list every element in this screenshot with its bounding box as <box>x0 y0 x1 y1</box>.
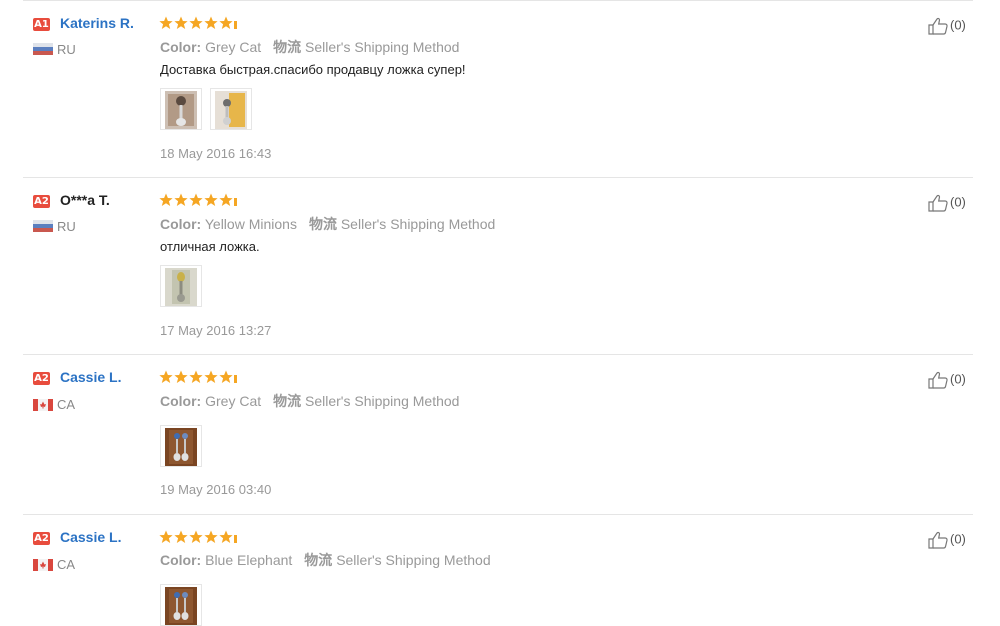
spoon-photo-graphic <box>165 587 197 625</box>
helpful-count: (0) <box>950 531 966 547</box>
helpful-button[interactable]: (0) <box>928 17 966 35</box>
color-value: Yellow Minions <box>204 216 297 232</box>
review-date: 18 May 2016 16:43 <box>160 146 272 161</box>
color-value: Grey Cat <box>205 393 262 409</box>
spoon-photo-graphic <box>165 428 197 466</box>
purchase-info: Color: Blue Elephant 物流 Seller's Shipping… <box>160 550 491 570</box>
reviewer-name[interactable]: Cassie L. <box>60 369 121 385</box>
review-comment: отличная ложка. <box>160 239 260 254</box>
review-item: A2 O***a T. RU Color: Yellow Minions 物流 S… <box>23 178 973 355</box>
helpful-button[interactable]: (0) <box>928 194 966 212</box>
color-label: Color: <box>160 552 202 568</box>
star-icon <box>174 530 188 544</box>
canada-flag-icon <box>33 559 53 571</box>
star-icon <box>159 16 173 30</box>
color-label: Color: <box>160 216 202 232</box>
review-photo[interactable] <box>160 584 202 626</box>
russia-flag-icon <box>33 43 53 55</box>
color-label: Color: <box>160 39 202 55</box>
reviewer-country: RU <box>57 219 76 234</box>
helpful-button[interactable]: (0) <box>928 531 966 549</box>
star-icon <box>204 530 218 544</box>
star-icon <box>189 193 203 207</box>
star-tail-mark <box>234 375 237 383</box>
logistics-label: 物流 <box>308 216 337 232</box>
logistics-label: 物流 <box>273 393 302 409</box>
thumbs-up-icon <box>928 371 950 389</box>
review-photo[interactable] <box>160 88 202 130</box>
buyer-level-badge: A2 <box>33 372 50 385</box>
color-value: Grey Cat <box>205 39 262 55</box>
purchase-info: Color: Yellow Minions 物流 Seller's Shippin… <box>160 214 495 234</box>
review-comment: Доставка быстрая.спасибо продавцу ложка … <box>160 62 466 77</box>
star-icon <box>219 370 233 384</box>
logistics-label: 物流 <box>273 39 302 55</box>
purchase-info: Color: Grey Cat 物流 Seller's Shipping Meth… <box>160 391 459 411</box>
color-label: Color: <box>160 393 202 409</box>
helpful-button[interactable]: (0) <box>928 371 966 389</box>
star-icon <box>159 370 173 384</box>
reviewer-name[interactable]: Katerins R. <box>60 15 134 31</box>
color-value: Blue Elephant <box>205 552 293 568</box>
helpful-count: (0) <box>950 194 966 210</box>
shipping-method: Seller's Shipping Method <box>305 39 460 55</box>
star-icon <box>204 16 218 30</box>
thumbs-up-icon <box>928 17 950 35</box>
review-photo[interactable] <box>160 265 202 307</box>
russia-flag-icon <box>33 220 53 232</box>
star-icon <box>219 16 233 30</box>
rating-stars <box>159 530 237 546</box>
helpful-count: (0) <box>950 17 966 33</box>
review-item: A2 Cassie L. CA Color: Blue Elephant 物流 S… <box>23 515 973 626</box>
star-icon <box>189 16 203 30</box>
reviewer-name[interactable]: Cassie L. <box>60 529 121 545</box>
star-icon <box>219 193 233 207</box>
star-tail-mark <box>234 21 237 29</box>
spoon-photo-graphic <box>165 91 197 129</box>
star-icon <box>174 193 188 207</box>
review-photo[interactable] <box>210 88 252 130</box>
star-icon <box>159 193 173 207</box>
star-icon <box>174 370 188 384</box>
spoon-photo-graphic <box>215 91 247 129</box>
helpful-count: (0) <box>950 371 966 387</box>
review-photo[interactable] <box>160 425 202 467</box>
reviewer-country: CA <box>57 397 76 412</box>
buyer-level-badge: A2 <box>33 195 50 208</box>
reviewer-country: CA <box>57 557 76 572</box>
spoon-photo-graphic <box>165 268 197 306</box>
star-tail-mark <box>234 198 237 206</box>
shipping-method: Seller's Shipping Method <box>305 393 460 409</box>
purchase-info: Color: Grey Cat 物流 Seller's Shipping Meth… <box>160 37 459 57</box>
star-icon <box>174 16 188 30</box>
review-item: A1 Katerins R. RU Color: Grey Cat 物流 Sell… <box>23 1 973 178</box>
review-date: 17 May 2016 13:27 <box>160 323 272 338</box>
buyer-level-badge: A1 <box>33 18 50 31</box>
canada-flag-icon <box>33 399 53 411</box>
star-icon <box>204 193 218 207</box>
buyer-level-badge: A2 <box>33 532 50 545</box>
star-icon <box>159 530 173 544</box>
star-icon <box>189 530 203 544</box>
thumbs-up-icon <box>928 531 950 549</box>
shipping-method: Seller's Shipping Method <box>336 552 491 568</box>
star-icon <box>219 530 233 544</box>
rating-stars <box>159 16 237 32</box>
reviewer-country: RU <box>57 42 76 57</box>
star-icon <box>204 370 218 384</box>
review-item: A2 Cassie L. CA Color: Grey Cat 物流 Seller… <box>23 355 973 515</box>
logistics-label: 物流 <box>304 552 333 568</box>
star-icon <box>189 370 203 384</box>
rating-stars <box>159 370 237 386</box>
shipping-method: Seller's Shipping Method <box>340 216 496 232</box>
reviewer-name: O***a T. <box>60 192 110 208</box>
rating-stars <box>159 193 237 209</box>
review-date: 19 May 2016 03:40 <box>160 482 272 497</box>
star-tail-mark <box>234 535 237 543</box>
thumbs-up-icon <box>928 194 950 212</box>
